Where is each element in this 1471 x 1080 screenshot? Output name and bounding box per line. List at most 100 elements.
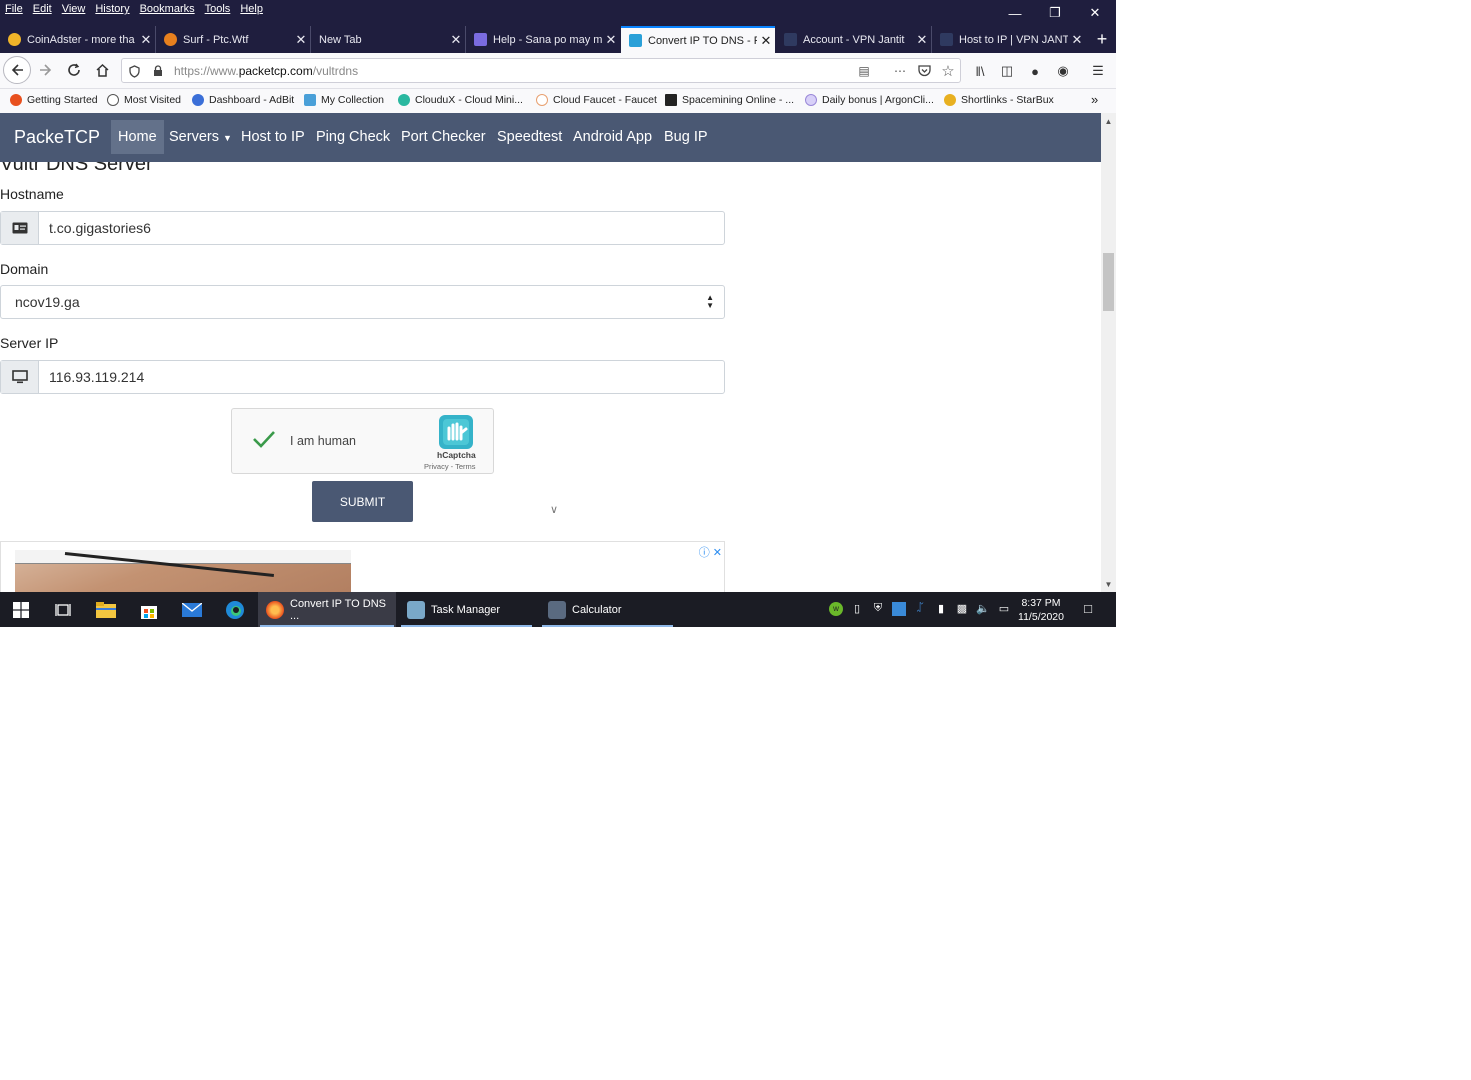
- battery-icon[interactable]: ▮: [934, 602, 948, 616]
- task-view-icon[interactable]: [42, 592, 84, 627]
- advertisement[interactable]: ⓘ ✕: [0, 541, 725, 592]
- system-clock[interactable]: 8:37 PM 11/5/2020: [1010, 596, 1072, 624]
- menu-bookmarks[interactable]: Bookmarks: [140, 3, 195, 15]
- calculator-icon: [548, 600, 566, 619]
- site-brand[interactable]: PackeTCP: [14, 127, 100, 148]
- scrollbar-thumb[interactable]: [1103, 253, 1114, 311]
- firefox-icon: [266, 600, 284, 619]
- hostname-field[interactable]: t.co.gigastories6: [0, 211, 725, 245]
- sidebar-icon[interactable]: ◫: [997, 62, 1017, 80]
- network-icon[interactable]: ▩: [955, 602, 969, 616]
- restore-button[interactable]: ❐: [1035, 0, 1075, 26]
- checkmark-icon[interactable]: [252, 429, 276, 454]
- nav-home[interactable]: Home: [111, 120, 164, 154]
- home-button[interactable]: [89, 57, 115, 83]
- menu-history[interactable]: History: [95, 3, 129, 15]
- pocket-icon[interactable]: [916, 63, 932, 79]
- display-icon[interactable]: ▭: [997, 602, 1011, 616]
- edge-icon[interactable]: [214, 592, 256, 627]
- account-icon[interactable]: ●: [1025, 62, 1045, 80]
- reader-view-icon[interactable]: ▤: [856, 63, 872, 79]
- ad-image[interactable]: [15, 550, 351, 592]
- bookmark-cloudux[interactable]: ClouduX - Cloud Mini...: [398, 94, 523, 106]
- close-tab-icon[interactable]: ✕: [292, 32, 310, 48]
- bookmark-argon[interactable]: Daily bonus | ArgonCli...: [805, 94, 934, 106]
- reload-button[interactable]: [61, 57, 87, 83]
- close-tab-icon[interactable]: ✕: [447, 32, 465, 48]
- tab-title: Account - VPN Jantit: [803, 33, 905, 46]
- tab-convert-ip[interactable]: Convert IP TO DNS - F ✕: [621, 26, 775, 53]
- bookmark-cloud-faucet[interactable]: Cloud Faucet - Faucet: [536, 94, 657, 106]
- scroll-down-icon[interactable]: ▼: [1101, 578, 1116, 592]
- home-icon: [95, 63, 109, 77]
- nav-servers[interactable]: Servers ▼: [169, 129, 232, 145]
- nav-ping-check[interactable]: Ping Check: [316, 129, 390, 145]
- nav-bug-ip[interactable]: Bug IP: [664, 129, 708, 145]
- more-bookmarks-chevron-icon[interactable]: »: [1091, 92, 1098, 107]
- close-tab-icon[interactable]: ✕: [137, 32, 155, 48]
- close-tab-icon[interactable]: ✕: [1068, 32, 1086, 48]
- bluetooth-icon[interactable]: ᛢ: [913, 602, 927, 616]
- bookmark-most-visited[interactable]: Most Visited: [107, 94, 181, 106]
- domain-select[interactable]: ncov19.ga ▲ ▼: [0, 285, 725, 319]
- extension-icon[interactable]: ◉: [1053, 62, 1073, 80]
- ad-choices-icon[interactable]: ⓘ ✕: [699, 544, 722, 560]
- lock-icon[interactable]: [150, 63, 166, 79]
- nav-host-to-ip[interactable]: Host to IP: [241, 129, 305, 145]
- bookmark-spacemining[interactable]: Spacemining Online - ...: [665, 94, 794, 106]
- tab-new-tab[interactable]: New Tab ✕: [310, 26, 465, 53]
- server-ip-field[interactable]: 116.93.119.214: [0, 360, 725, 394]
- tray-monitor-icon[interactable]: [892, 602, 906, 616]
- volume-muted-icon[interactable]: 🔈: [976, 602, 990, 616]
- bookmark-adbit[interactable]: Dashboard - AdBit: [192, 94, 294, 106]
- menu-file[interactable]: File: [5, 3, 23, 15]
- tab-host-to-ip[interactable]: Host to IP | VPN JANT ✕: [931, 26, 1086, 53]
- new-tab-button[interactable]: +: [1090, 26, 1114, 53]
- tray-app-icon[interactable]: w: [829, 602, 843, 616]
- usb-icon[interactable]: ▯: [850, 602, 864, 616]
- close-tab-icon[interactable]: ✕: [602, 32, 620, 48]
- taskbar-app-calculator[interactable]: Calculator: [540, 592, 675, 627]
- taskbar-app-task-manager[interactable]: Task Manager: [399, 592, 534, 627]
- tab-account-vpn[interactable]: Account - VPN Jantit ✕: [776, 26, 931, 53]
- bookmark-my-collection[interactable]: My Collection: [304, 94, 384, 106]
- security-shield-icon[interactable]: ⛨: [871, 602, 885, 616]
- taskbar-app-firefox[interactable]: Convert IP TO DNS ...: [258, 592, 396, 627]
- hcaptcha-links[interactable]: Privacy - Terms: [424, 462, 476, 471]
- close-window-button[interactable]: ✕: [1075, 0, 1115, 26]
- bookmark-getting-started[interactable]: Getting Started: [10, 94, 98, 106]
- submit-button[interactable]: SUBMIT: [312, 481, 413, 522]
- hcaptcha-widget[interactable]: I am human hCaptcha Privacy - Terms: [231, 408, 494, 474]
- windows-start-icon[interactable]: [0, 592, 42, 627]
- menu-view[interactable]: View: [62, 3, 86, 15]
- file-explorer-icon[interactable]: [85, 592, 127, 627]
- close-tab-icon[interactable]: ✕: [757, 33, 775, 49]
- store-icon[interactable]: [128, 592, 170, 627]
- ad-close-icon[interactable]: ✕: [713, 547, 722, 559]
- bookmark-star-icon[interactable]: ☆: [940, 63, 956, 80]
- close-tab-icon[interactable]: ✕: [913, 32, 931, 48]
- tab-help[interactable]: Help - Sana po may m ✕: [465, 26, 620, 53]
- menu-edit[interactable]: Edit: [33, 3, 52, 15]
- scroll-up-icon[interactable]: ▲: [1101, 115, 1116, 129]
- back-button[interactable]: [3, 56, 31, 84]
- address-bar[interactable]: https://www.packetcp.com/vultrdns ▤ ⋯ ☆: [121, 58, 961, 83]
- tracking-shield-icon[interactable]: [126, 63, 142, 79]
- hamburger-menu-icon[interactable]: ☰: [1088, 62, 1108, 80]
- nav-speedtest[interactable]: Speedtest: [497, 129, 562, 145]
- tab-coinadster[interactable]: CoinAdster - more tha ✕: [0, 26, 155, 53]
- tab-surf[interactable]: Surf - Ptc.Wtf ✕: [155, 26, 310, 53]
- nav-port-checker[interactable]: Port Checker: [401, 129, 486, 145]
- minimize-button[interactable]: —: [995, 0, 1035, 26]
- menu-help[interactable]: Help: [240, 3, 263, 15]
- page-actions-icon[interactable]: ⋯: [892, 63, 908, 79]
- vertical-scrollbar[interactable]: ▲ ▼: [1101, 113, 1116, 592]
- bookmark-starbux[interactable]: Shortlinks - StarBux: [944, 94, 1054, 106]
- menu-tools[interactable]: Tools: [205, 3, 231, 15]
- forward-button[interactable]: [33, 57, 59, 83]
- library-icon[interactable]: ‖\: [970, 62, 990, 80]
- cloud-icon: [536, 94, 548, 106]
- mail-icon[interactable]: [171, 592, 213, 627]
- nav-android-app[interactable]: Android App: [573, 129, 652, 145]
- notifications-icon[interactable]: □: [1080, 601, 1096, 617]
